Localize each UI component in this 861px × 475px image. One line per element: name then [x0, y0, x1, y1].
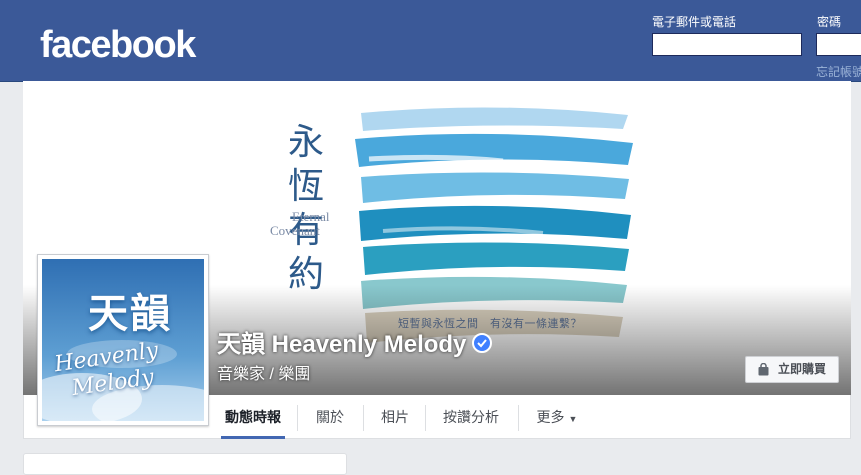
shop-now-button[interactable]: 立即購買 — [745, 356, 839, 383]
cover-caption: 短暫與永恆之間 有沒有一條連繫？ — [398, 318, 582, 330]
avatar-title-text: 天韻 — [88, 290, 172, 337]
forgot-account-link[interactable]: 忘記帳號？ — [816, 63, 861, 80]
tab-divider — [425, 405, 426, 431]
page-title[interactable]: 天韻 Heavenly Melody — [217, 330, 493, 360]
profile-picture-image: 天韻 Heavenly Melody — [42, 259, 204, 421]
shopping-bag-icon — [758, 363, 769, 376]
page-category[interactable]: 音樂家 / 樂團 — [217, 360, 310, 384]
profile-picture[interactable]: 天韻 Heavenly Melody — [37, 254, 209, 426]
tab-more-label: 更多 — [536, 409, 565, 425]
tab-photos[interactable]: 相片 — [374, 396, 416, 439]
cover-english-line1: Eternal — [292, 209, 330, 224]
verified-badge-icon — [472, 332, 493, 353]
password-field[interactable] — [816, 33, 861, 56]
tab-more[interactable]: 更多 ▼ — [532, 396, 582, 439]
tab-divider — [518, 405, 519, 431]
tab-timeline[interactable]: 動態時報 — [221, 396, 285, 439]
caret-down-icon: ▼ — [568, 414, 578, 424]
shop-now-label: 立即購買 — [778, 362, 827, 376]
tab-likes[interactable]: 按讚分析 — [438, 396, 504, 439]
tab-divider — [363, 405, 364, 431]
top-navigation-bar: facebook 電子郵件或電話 密碼 忘記帳號？ — [0, 0, 861, 82]
tab-about[interactable]: 關於 — [309, 396, 351, 439]
password-label: 密碼 — [817, 15, 842, 29]
email-field[interactable] — [652, 33, 802, 56]
content-card — [23, 453, 347, 475]
cover-english-title: Eternal Covenant — [270, 210, 330, 238]
page-title-text: 天韻 Heavenly Melody — [217, 331, 467, 358]
email-label: 電子郵件或電話 — [652, 15, 737, 29]
facebook-logo[interactable]: facebook — [40, 22, 196, 68]
tab-divider — [297, 405, 298, 431]
cover-english-line2: Covenant — [270, 223, 320, 238]
